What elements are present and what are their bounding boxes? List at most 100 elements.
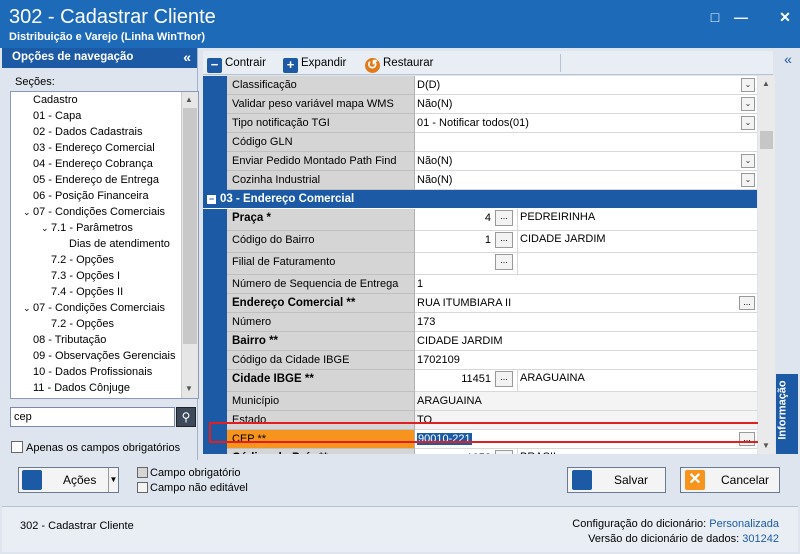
- chevron-down-icon[interactable]: ⌄: [741, 78, 755, 92]
- cancel-button[interactable]: ✕ Cancelar: [680, 467, 780, 493]
- checkbox-box[interactable]: [11, 441, 23, 453]
- tree-scroll-thumb[interactable]: [183, 108, 197, 344]
- minimize-window-icon[interactable]: —: [733, 9, 749, 25]
- tree-item[interactable]: 06 - Posição Financeira: [23, 188, 149, 204]
- scroll-down-icon[interactable]: ▼: [185, 384, 193, 393]
- field-value[interactable]: D(D) ⌄: [415, 76, 757, 95]
- tree-item[interactable]: 10 - Dados Profissionais: [23, 364, 152, 380]
- lookup-button[interactable]: ...: [495, 232, 513, 248]
- tree-item[interactable]: Dias de atendimento: [59, 236, 170, 252]
- chevron-down-icon[interactable]: ⌄: [741, 116, 755, 130]
- tree-item[interactable]: 7.2 - Opções: [41, 316, 114, 332]
- search-icon[interactable]: ⚲: [176, 407, 196, 427]
- field-value[interactable]: Não(N) ⌄: [415, 171, 757, 190]
- tree-item[interactable]: 09 - Observações Gerenciais: [23, 348, 175, 364]
- grid-scroll-down-icon[interactable]: ▼: [762, 441, 770, 450]
- field-value[interactable]: Não(N) ⌄: [415, 152, 757, 171]
- tree-item[interactable]: 03 - Endereço Comercial: [23, 140, 155, 156]
- footer-dict-version: Versão do dicionário de dados: 301242: [588, 533, 779, 545]
- close-window-icon[interactable]: ✕: [777, 9, 793, 25]
- tree-item[interactable]: 05 - Endereço de Entrega: [23, 172, 159, 188]
- grid-scrollbar[interactable]: ▲ ▼: [758, 76, 775, 454]
- grid-row: Endereço Comercial ** RUA ITUMBIARA II...: [203, 294, 757, 313]
- expand-button[interactable]: + Expandir: [283, 55, 346, 73]
- field-value[interactable]: 1702109: [415, 351, 757, 370]
- tree-item[interactable]: 7.3 - Opções I: [41, 268, 120, 284]
- tree-item[interactable]: 01 - Capa: [23, 108, 81, 124]
- lookup-button[interactable]: ...: [495, 254, 513, 270]
- lookup-button[interactable]: ...: [495, 371, 513, 387]
- tree-item[interactable]: 02 - Dados Cadastrais: [23, 124, 142, 140]
- field-value[interactable]: 173: [415, 313, 757, 332]
- section-header[interactable]: −03 - Endereço Comercial: [203, 190, 757, 208]
- required-only-checkbox[interactable]: Apenas os campos obrigatórios: [11, 441, 180, 454]
- lookup-code: 4: [484, 212, 491, 224]
- field-value[interactable]: [415, 133, 757, 152]
- tree-item[interactable]: 04 - Endereço Cobrança: [23, 156, 153, 172]
- ellipsis-button[interactable]: ...: [739, 296, 755, 310]
- field-value[interactable]: Não(N) ⌄: [415, 95, 757, 114]
- tree-item-label: 07 - Condições Comerciais: [33, 206, 166, 218]
- field-value[interactable]: 1... CIDADE JARDIM: [415, 231, 757, 253]
- tree-item[interactable]: 7.2 - Opções: [41, 252, 114, 268]
- collapse-nav-icon[interactable]: «: [183, 49, 191, 65]
- field-value[interactable]: 1058... BRASIL: [415, 449, 757, 454]
- tree-item[interactable]: ⌄ 7.1 - Parâmetros: [41, 220, 133, 236]
- section-search-input[interactable]: cep: [10, 407, 175, 427]
- field-value[interactable]: 4... PEDREIRINHA: [415, 209, 757, 231]
- lookup-button[interactable]: ...: [495, 450, 513, 454]
- field-value-text: ARAGUAINA: [417, 395, 482, 407]
- tree-item-label: 11 - Dados Cônjuge: [33, 382, 131, 394]
- field-label: Endereço Comercial **: [227, 294, 415, 313]
- lookup-description: CIDADE JARDIM: [517, 231, 606, 252]
- tree-item[interactable]: 11 - Dados Cônjuge: [23, 380, 130, 396]
- grid-row: Validar peso variável mapa WMS Não(N) ⌄: [203, 95, 757, 114]
- collapse-button[interactable]: − Contrair: [207, 55, 266, 73]
- field-label: Município: [227, 392, 415, 411]
- tree-item[interactable]: Cadastro: [23, 92, 78, 108]
- chevron-down-icon[interactable]: ⌄: [741, 154, 755, 168]
- save-button[interactable]: Salvar: [567, 467, 666, 493]
- tree-item-label: 06 - Posição Financeira: [33, 190, 149, 202]
- field-value[interactable]: CIDADE JARDIM: [415, 332, 757, 351]
- grid-scroll-up-icon[interactable]: ▲: [762, 79, 770, 88]
- lookup-code: 1: [484, 234, 491, 246]
- tree-scrollbar[interactable]: ▲ ▼: [181, 92, 198, 398]
- tree-item[interactable]: 08 - Tributação: [23, 332, 106, 348]
- lookup-description: [517, 253, 520, 274]
- field-value[interactable]: RUA ITUMBIARA II...: [415, 294, 757, 313]
- scroll-up-icon[interactable]: ▲: [185, 95, 193, 104]
- expand-chevron-icon[interactable]: ⌄: [23, 300, 33, 316]
- grid-toolbar: − Contrair + Expandir ↺ Restaurar: [203, 51, 773, 75]
- lookup-description: BRASIL: [517, 449, 559, 454]
- field-label: Código do Bairro: [227, 231, 415, 253]
- expand-chevron-icon[interactable]: ⌄: [23, 204, 33, 220]
- actions-button[interactable]: Ações ▼: [18, 467, 119, 493]
- collapse-section-icon[interactable]: −: [207, 195, 216, 204]
- tree-item[interactable]: 7.4 - Opções II: [41, 284, 123, 300]
- field-value[interactable]: 11451... ARAGUAINA: [415, 370, 757, 392]
- info-tab[interactable]: Informação: [776, 374, 798, 454]
- collapse-info-icon[interactable]: «: [778, 51, 798, 71]
- lookup-button[interactable]: ...: [495, 210, 513, 226]
- field-value-text: RUA ITUMBIARA II: [417, 297, 512, 309]
- restore-window-icon[interactable]: □: [707, 9, 723, 25]
- restore-button[interactable]: ↺ Restaurar: [365, 55, 434, 73]
- dict-config-label: Configuração do dicionário:: [572, 518, 707, 530]
- expand-chevron-icon[interactable]: ⌄: [41, 220, 51, 236]
- tree-item-label: Dias de atendimento: [69, 238, 170, 250]
- field-value[interactable]: 1: [415, 275, 757, 294]
- footer-dict-config: Configuração do dicionário: Personalizad…: [572, 518, 779, 530]
- chevron-down-icon[interactable]: ⌄: [741, 97, 755, 111]
- field-label: Filial de Faturamento: [227, 253, 415, 275]
- tree-item-label: 7.3 - Opções I: [51, 270, 121, 282]
- field-label: Código GLN: [227, 133, 415, 152]
- field-value[interactable]: ...: [415, 253, 757, 275]
- tree-item[interactable]: ⌄ 07 - Condições Comerciais: [23, 300, 165, 316]
- tree-item[interactable]: ⌄ 07 - Condições Comerciais: [23, 204, 165, 220]
- window-subtitle: Distribuição e Varejo (Linha WinThor): [9, 31, 206, 43]
- actions-dropdown-icon[interactable]: ▼: [108, 468, 118, 492]
- chevron-down-icon[interactable]: ⌄: [741, 173, 755, 187]
- field-value[interactable]: 01 - Notificar todos(01) ⌄: [415, 114, 757, 133]
- grid-scroll-thumb[interactable]: [760, 131, 773, 149]
